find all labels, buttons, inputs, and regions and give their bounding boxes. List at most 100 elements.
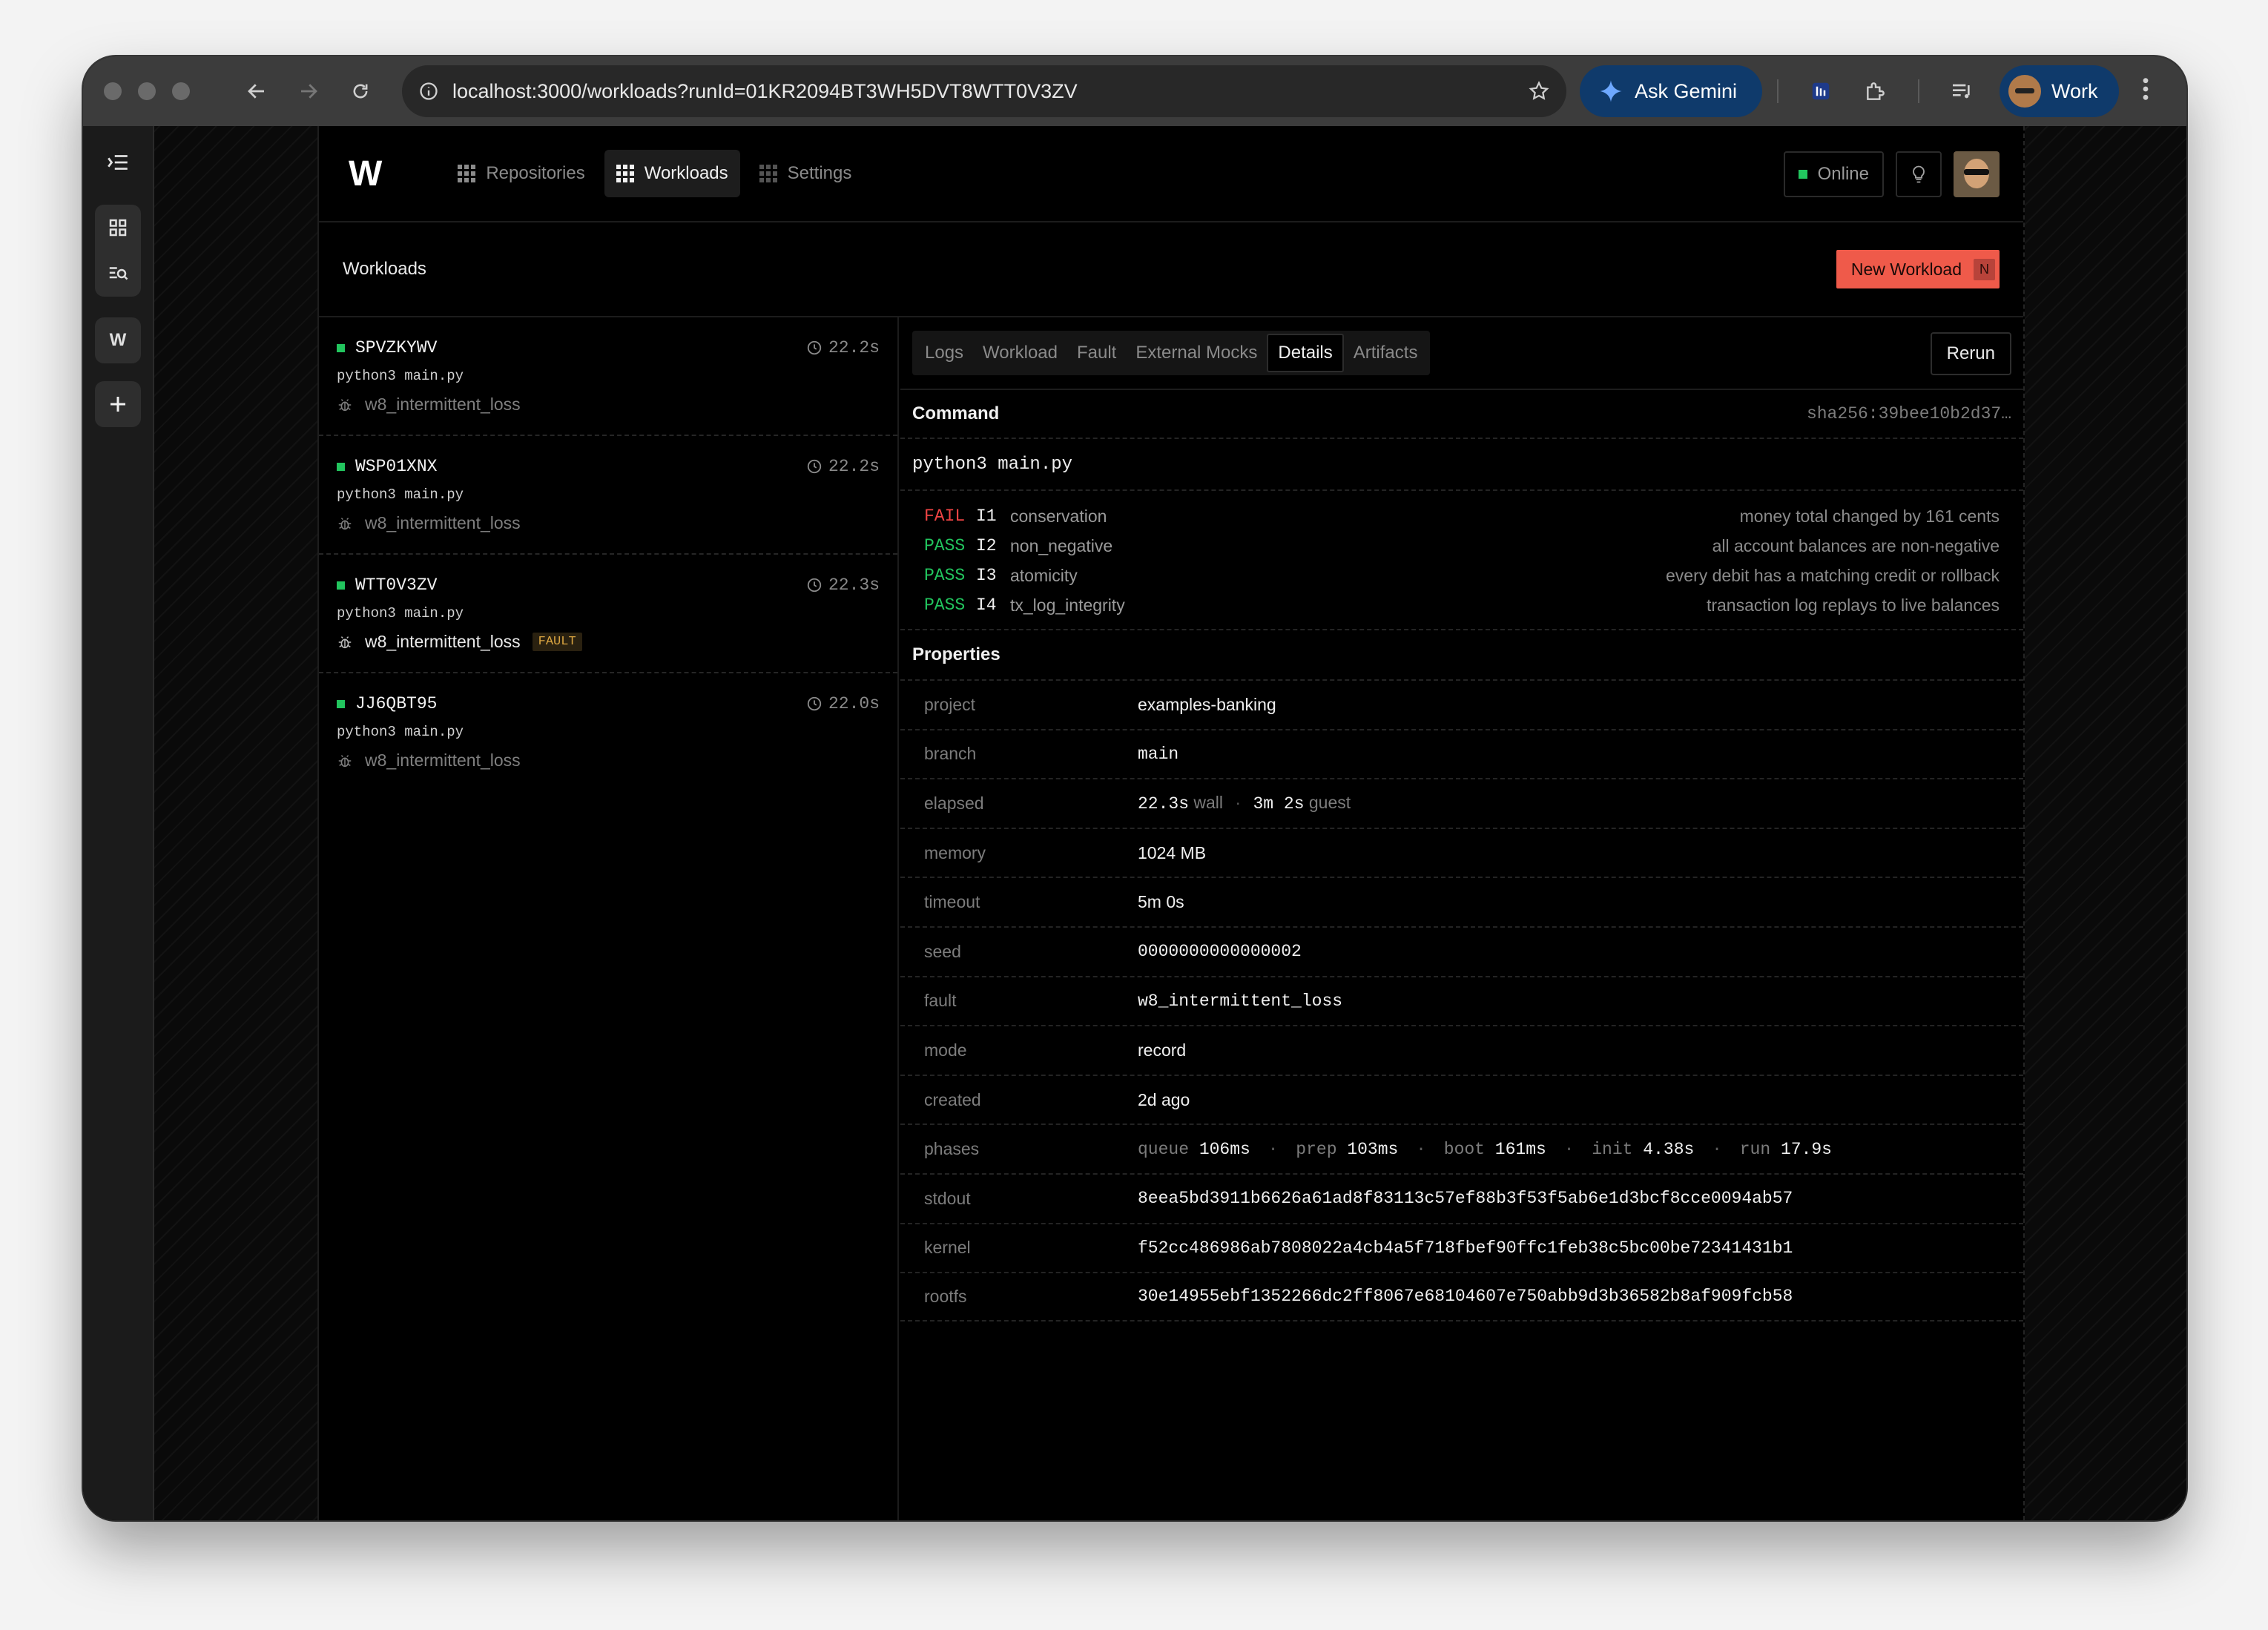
new-workload-button[interactable]: New Workload N [1836, 250, 2000, 288]
check-name: atomicity [1010, 565, 1078, 585]
workload-fault: w8_intermittent_loss [365, 513, 521, 532]
property-value: 0000000000000002 [1138, 942, 1302, 962]
tab-logs[interactable]: Logs [915, 334, 973, 372]
workload-command: python3 main.py [337, 605, 464, 621]
status-square [337, 699, 345, 708]
check-description: transaction log replays to live balances [1706, 595, 2000, 615]
close-window-button[interactable] [104, 82, 122, 100]
bookmark-star-icon[interactable] [1528, 80, 1550, 102]
property-value[interactable]: 8eea5bd3911b6626a61ad8f83113c57ef88b3f53… [1138, 1189, 1793, 1208]
phase-name: prep [1296, 1139, 1337, 1159]
lightbulb-icon [1913, 165, 1925, 183]
separator-dot: · [1235, 793, 1242, 813]
property-key: elapsed [924, 793, 984, 813]
elapsed-wall: 22.3s [1138, 794, 1190, 814]
rerun-button[interactable]: Rerun [1930, 332, 2011, 375]
ask-gemini-button[interactable]: Ask Gemini [1580, 65, 1763, 117]
workload-fault: w8_intermittent_loss [365, 395, 521, 414]
arrow-right-icon [301, 84, 317, 99]
reload-button[interactable] [346, 76, 375, 106]
add-workspace-button[interactable] [95, 381, 141, 427]
grid-view-button[interactable] [95, 205, 141, 251]
site-info-icon[interactable] [418, 81, 439, 102]
side-rail: W [83, 126, 154, 1520]
property-row-branch: branch main [900, 728, 2023, 779]
nav-settings[interactable]: Settings [748, 150, 864, 197]
workload-command: python3 main.py [337, 486, 464, 503]
command-section-header: Command sha256:39bee10b2d37… [900, 390, 2023, 439]
tab-fault[interactable]: Fault [1067, 334, 1126, 372]
phase-name: boot [1443, 1139, 1485, 1159]
property-key: stdout [924, 1188, 971, 1208]
theme-toggle-button[interactable] [1896, 151, 1942, 197]
workload-item[interactable]: WSP01XNX 22.2s python3 main.py w8_interm… [319, 436, 897, 555]
separator-dot: · [1712, 1139, 1722, 1159]
app-logo[interactable]: W [349, 154, 382, 194]
check-code: I2 [976, 536, 997, 555]
property-row-created: created 2d ago [900, 1074, 2023, 1124]
reading-list-button[interactable] [1945, 74, 1979, 108]
elapsed-guest-unit: guest [1308, 793, 1351, 813]
page-header: Workloads New Workload N [319, 222, 2023, 317]
forward-button[interactable] [294, 76, 323, 106]
browser-toolbar: localhost:3000/workloads?runId=01KR2094B… [83, 56, 2186, 126]
property-key: seed [924, 941, 961, 961]
queue-music-icon [1953, 84, 1970, 99]
browser-menu-button[interactable] [2141, 76, 2150, 106]
workload-id: WSP01XNX [355, 457, 438, 476]
property-key: created [924, 1089, 981, 1109]
toggle-sidebar-button[interactable] [95, 139, 141, 185]
phase-name: queue [1138, 1139, 1190, 1159]
check-code: I4 [976, 595, 997, 615]
workspace-w-icon: W [109, 330, 127, 350]
command-text: python3 main.py [900, 439, 2023, 491]
workload-id: JJ6QBT95 [355, 694, 438, 713]
property-row-memory: memory 1024 MB [900, 827, 2023, 877]
user-avatar[interactable] [1954, 151, 2000, 197]
workload-duration: 22.2s [806, 457, 880, 476]
elapsed-wall-unit: wall [1193, 793, 1224, 813]
check-row: PASS I4 tx_log_integrity transaction log… [924, 590, 2000, 620]
nav-repositories[interactable]: Repositories [446, 150, 596, 197]
tab-details[interactable]: Details [1267, 334, 1344, 372]
property-value[interactable]: f52cc486986ab7808022a4cb4a5f718fbef90ffc… [1138, 1238, 1793, 1258]
extensions-button[interactable] [1859, 74, 1893, 108]
minimize-window-button[interactable] [138, 82, 156, 100]
workload-duration: 22.2s [806, 338, 880, 357]
workload-list: SPVZKYWV 22.2s python3 main.py w8_interm… [319, 317, 899, 1520]
top-navigation: W Repositories Workloads Settings Online [319, 126, 2023, 222]
url-text[interactable]: localhost:3000/workloads?runId=01KR2094B… [452, 80, 1514, 103]
tab-artifacts[interactable]: Artifacts [1344, 334, 1428, 372]
workspace-w-button[interactable]: W [95, 317, 141, 363]
property-row-stdout: stdout 8eea5bd3911b6626a61ad8f83113c57ef… [900, 1172, 2023, 1223]
workload-item[interactable]: JJ6QBT95 22.0s python3 main.py w8_interm… [319, 673, 897, 792]
check-row: PASS I2 non_negative all account balance… [924, 531, 2000, 561]
workload-item[interactable]: SPVZKYWV 22.2s python3 main.py w8_interm… [319, 317, 897, 436]
nav-workloads[interactable]: Workloads [604, 150, 740, 197]
phase-value: 4.38s [1643, 1139, 1695, 1159]
tab-workload[interactable]: Workload [973, 334, 1067, 372]
property-value[interactable]: 30e14955ebf1352266dc2ff8067e68104607e750… [1138, 1287, 1793, 1306]
tab-external-mocks[interactable]: External Mocks [1126, 334, 1267, 372]
address-bar[interactable]: localhost:3000/workloads?runId=01KR2094B… [402, 65, 1566, 117]
clock-icon [807, 459, 822, 474]
search-tabs-button[interactable] [95, 251, 141, 297]
puzzle-icon [1867, 82, 1885, 100]
list-search-icon [109, 267, 128, 280]
command-hash[interactable]: sha256:39bee10b2d37… [1807, 404, 2011, 423]
gemini-sparkle-icon [1600, 80, 1622, 102]
new-workload-label: New Workload [1850, 259, 1962, 279]
main-panel: W Repositories Workloads Settings Online… [317, 126, 2025, 1520]
property-value: queue 106ms · prep 103ms · boot 161ms · … [1138, 1140, 1832, 1159]
property-key: mode [924, 1040, 967, 1060]
profile-avatar [2008, 75, 2042, 108]
phase-value: 17.9s [1780, 1139, 1832, 1159]
profile-button[interactable]: Work [2000, 65, 2119, 117]
workload-item-selected[interactable]: WTT0V3ZV 22.3s python3 main.py w8_interm… [319, 555, 897, 673]
property-key: phases [924, 1139, 980, 1159]
maximize-window-button[interactable] [172, 82, 190, 100]
extension-pinned-button[interactable] [1804, 74, 1838, 108]
property-key: memory [924, 842, 986, 862]
check-status: PASS [924, 595, 966, 615]
back-button[interactable] [242, 76, 271, 106]
